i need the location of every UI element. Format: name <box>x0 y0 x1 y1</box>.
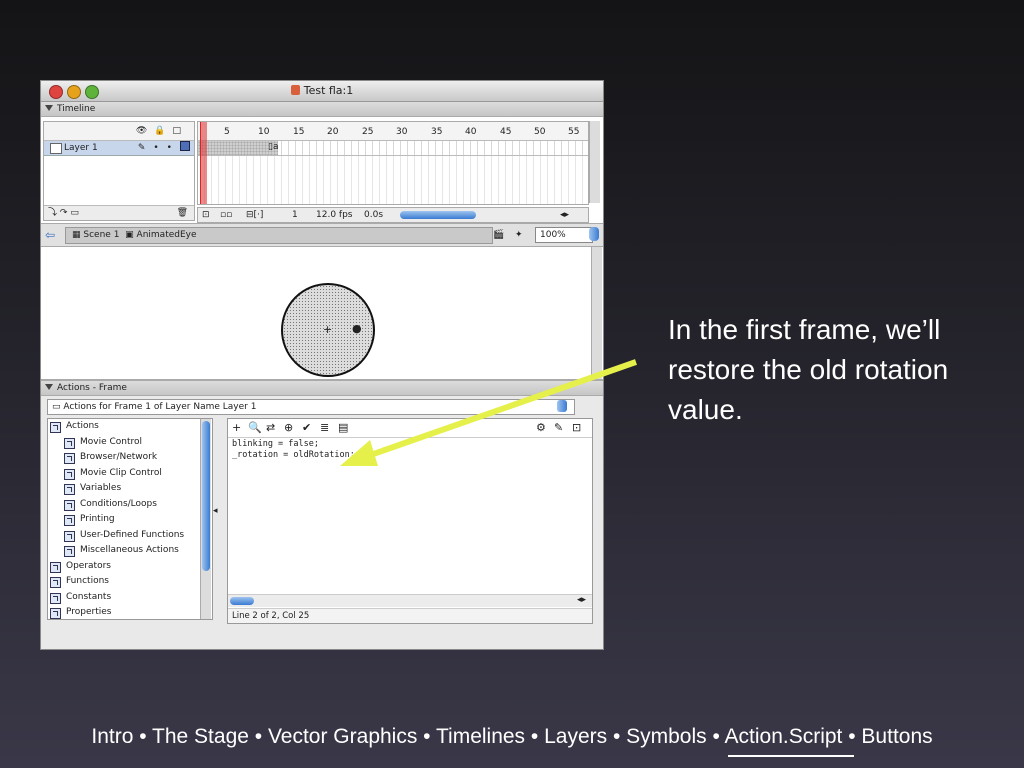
arrow-shaft <box>361 359 637 461</box>
slide-caption: In the first frame, we’ll restore the ol… <box>668 314 949 425</box>
slide-footer-navigation: Intro • The Stage • Vector Graphics • Ti… <box>91 725 933 748</box>
arrow-head <box>340 440 378 466</box>
current-section-underline <box>728 755 854 757</box>
